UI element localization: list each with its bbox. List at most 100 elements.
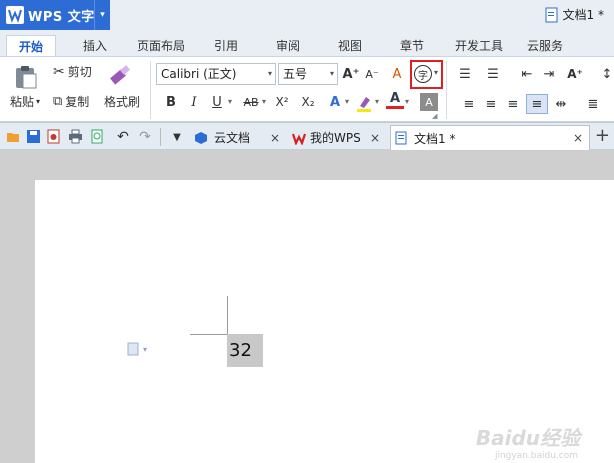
print-preview-icon[interactable] bbox=[90, 129, 105, 144]
ribbon-home: 粘贴 ▾ ✂ 剪切 ⧉ 复制 格式刷 Calibri (正文) ▾ 五号 ▾ A⁺… bbox=[0, 56, 614, 122]
format-painter-icon[interactable] bbox=[109, 63, 133, 87]
copy-label: 复制 bbox=[65, 95, 90, 109]
paragraph-layout-button[interactable]: ▾ bbox=[127, 342, 147, 356]
close-icon[interactable]: × bbox=[370, 131, 380, 145]
chevron-down-icon[interactable]: ▼ bbox=[168, 128, 186, 146]
open-folder-icon[interactable] bbox=[6, 129, 21, 144]
highlight-annotation bbox=[410, 60, 443, 89]
selected-text[interactable]: 32 bbox=[227, 334, 263, 367]
document-icon bbox=[545, 7, 558, 22]
strikethrough-button[interactable]: AB bbox=[240, 93, 262, 111]
grow-font-button[interactable]: A⁺ bbox=[342, 65, 360, 83]
print-icon[interactable] bbox=[68, 129, 83, 144]
app-name: WPS 文字 bbox=[28, 9, 95, 25]
document-icon bbox=[127, 342, 139, 356]
divider bbox=[150, 61, 151, 119]
tab-review[interactable]: 审阅 bbox=[270, 35, 306, 57]
expand-corner-icon[interactable]: ◢ bbox=[432, 112, 437, 120]
font-size-value: 五号 bbox=[283, 67, 308, 81]
document-page[interactable]: ▾ 32 Baidu经验 jingyan.baidu.com bbox=[35, 180, 614, 463]
numbering-icon[interactable]: ☰ bbox=[484, 65, 502, 83]
tab-cloud-service[interactable]: 云服务 bbox=[522, 35, 568, 57]
clipboard-icon[interactable] bbox=[13, 64, 39, 90]
close-icon[interactable]: × bbox=[270, 131, 280, 145]
bold-button[interactable]: B bbox=[162, 93, 180, 111]
doc-tab-cloud[interactable]: 云文档 × bbox=[190, 125, 286, 150]
doc-tab-label: 云文档 bbox=[214, 131, 251, 145]
undo-icon[interactable]: ↶ bbox=[114, 128, 132, 146]
doc-tab-document1[interactable]: 文档1 * × bbox=[390, 125, 590, 150]
document-workspace: ▾ 32 Baidu经验 jingyan.baidu.com bbox=[0, 150, 614, 463]
chevron-down-icon[interactable]: ▾ bbox=[405, 97, 409, 106]
chevron-down-icon: ▾ bbox=[267, 69, 272, 78]
tab-chapter[interactable]: 章节 bbox=[394, 35, 430, 57]
tab-page-layout[interactable]: 页面布局 bbox=[132, 35, 190, 57]
font-color-button[interactable]: A bbox=[386, 91, 404, 109]
doc-tab-my-wps[interactable]: 我的WPS × bbox=[290, 125, 386, 150]
watermark-url: jingyan.baidu.com bbox=[494, 451, 578, 461]
export-pdf-icon[interactable] bbox=[46, 129, 61, 144]
shrink-font-button[interactable]: A⁻ bbox=[363, 65, 381, 83]
clear-format-button[interactable]: A bbox=[388, 65, 406, 83]
tab-home[interactable]: 开始 bbox=[6, 35, 56, 57]
doc-tab-label: 我的WPS bbox=[310, 131, 361, 145]
chevron-down-icon: ▾ bbox=[143, 344, 148, 354]
divider bbox=[446, 61, 447, 119]
cloud-box-icon bbox=[195, 131, 207, 144]
new-tab-button[interactable]: + bbox=[595, 125, 610, 146]
text-effect-button[interactable]: A bbox=[326, 93, 344, 111]
chevron-down-icon[interactable]: ▾ bbox=[375, 97, 379, 106]
font-name-select[interactable]: Calibri (正文) ▾ bbox=[156, 63, 276, 85]
tab-developer[interactable]: 开发工具 bbox=[450, 35, 508, 57]
align-center-icon[interactable]: ≡ bbox=[482, 95, 500, 113]
superscript-button[interactable]: X² bbox=[272, 93, 292, 111]
distribute-icon[interactable]: ⇹ bbox=[552, 95, 570, 113]
sort-icon[interactable]: ↕ bbox=[598, 65, 614, 83]
paste-button[interactable]: 粘贴 ▾ bbox=[10, 93, 40, 110]
watermark-text: Baidu经验 bbox=[475, 426, 580, 450]
justify-icon[interactable]: ≡ bbox=[526, 94, 548, 114]
char-size-icon[interactable]: A⁺ bbox=[566, 65, 584, 83]
format-painter-label: 格式刷 bbox=[104, 95, 141, 109]
wps-logo-icon bbox=[292, 133, 306, 145]
subscript-button[interactable]: X₂ bbox=[298, 93, 318, 111]
highlight-icon[interactable] bbox=[356, 94, 374, 112]
tab-view[interactable]: 视图 bbox=[332, 35, 368, 57]
wps-app-menu-button[interactable]: WPS 文字 ▾ bbox=[0, 0, 110, 30]
copy-button[interactable]: ⧉ 复制 bbox=[53, 93, 89, 110]
close-icon[interactable]: × bbox=[573, 131, 583, 145]
tab-references[interactable]: 引用 bbox=[208, 35, 244, 57]
tab-insert[interactable]: 插入 bbox=[75, 35, 115, 57]
menu-bar: 开始 插入 页面布局 引用 审阅 视图 章节 开发工具 云服务 bbox=[0, 31, 614, 57]
line-spacing-icon[interactable]: ≣ bbox=[584, 95, 602, 113]
bullets-icon[interactable]: ☰ bbox=[456, 65, 474, 83]
quick-access-bar: ↶ ↷ ▼ 云文档 × 我的WPS × 文档1 * × + bbox=[0, 123, 614, 150]
chevron-down-icon[interactable]: ▾ bbox=[345, 97, 349, 106]
decrease-indent-icon[interactable]: ⇤ bbox=[518, 65, 536, 83]
wps-logo-icon bbox=[6, 6, 24, 24]
redo-icon[interactable]: ↷ bbox=[136, 128, 154, 146]
increase-indent-icon[interactable]: ⇥ bbox=[540, 65, 558, 83]
divider bbox=[160, 128, 161, 146]
char-shading-icon[interactable]: A bbox=[420, 93, 438, 111]
margin-crop-mark bbox=[190, 334, 228, 335]
margin-crop-mark bbox=[227, 296, 228, 334]
underline-button[interactable]: U bbox=[208, 93, 226, 111]
chevron-down-icon[interactable]: ▾ bbox=[262, 97, 266, 106]
chevron-down-icon[interactable]: ▾ bbox=[94, 0, 110, 30]
copy-icon: ⧉ bbox=[53, 94, 63, 109]
chevron-down-icon: ▾ bbox=[329, 69, 334, 78]
title-bar: WPS 文字 ▾ 文档1 * bbox=[0, 0, 614, 31]
save-icon[interactable] bbox=[26, 129, 41, 144]
cut-button[interactable]: ✂ 剪切 bbox=[53, 63, 92, 80]
scissors-icon: ✂ bbox=[53, 63, 65, 80]
align-left-icon[interactable]: ≡ bbox=[460, 95, 478, 113]
font-size-select[interactable]: 五号 ▾ bbox=[278, 63, 338, 85]
doc-title-text: 文档1 * bbox=[562, 8, 604, 22]
cut-label: 剪切 bbox=[67, 65, 92, 79]
italic-button[interactable]: I bbox=[185, 93, 203, 111]
format-painter-button[interactable]: 格式刷 bbox=[104, 93, 140, 110]
chevron-down-icon[interactable]: ▾ bbox=[228, 97, 232, 106]
document-icon bbox=[395, 131, 407, 145]
align-right-icon[interactable]: ≡ bbox=[504, 95, 522, 113]
